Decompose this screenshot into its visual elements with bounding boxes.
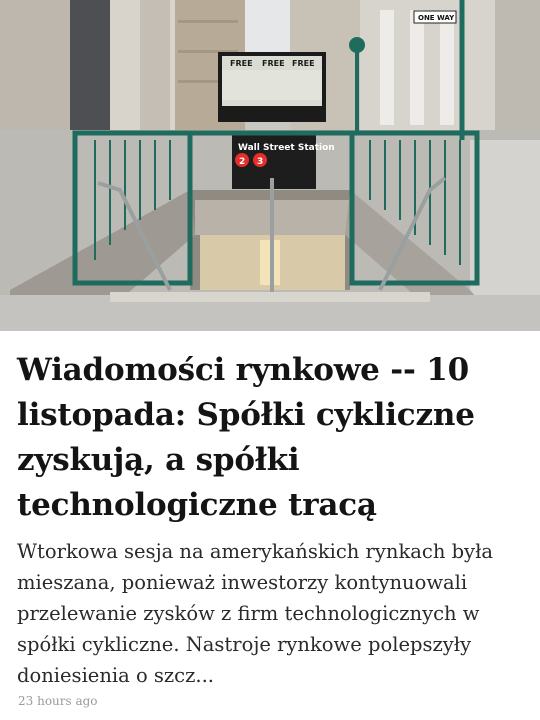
article-timestamp: 23 hours ago bbox=[18, 694, 98, 708]
svg-text:3: 3 bbox=[257, 157, 263, 167]
svg-text:FREE: FREE bbox=[292, 59, 315, 68]
article-image[interactable]: FREE FREE FREE Wall Street Station 2 3 O… bbox=[0, 0, 540, 331]
article-headline[interactable]: Wiadomości rynkowe -- 10 listopada: Spół… bbox=[17, 348, 527, 528]
article-summary: Wtorkowa sesja na amerykańskich rynkach … bbox=[17, 540, 494, 687]
svg-text:2: 2 bbox=[239, 157, 245, 167]
svg-text:FREE: FREE bbox=[262, 59, 285, 68]
news-card[interactable]: FREE FREE FREE Wall Street Station 2 3 O… bbox=[0, 0, 540, 720]
billboard-text: FREE bbox=[230, 59, 253, 68]
station-sign: Wall Street Station bbox=[238, 143, 335, 153]
one-way-sign: ONE WAY bbox=[418, 14, 455, 22]
